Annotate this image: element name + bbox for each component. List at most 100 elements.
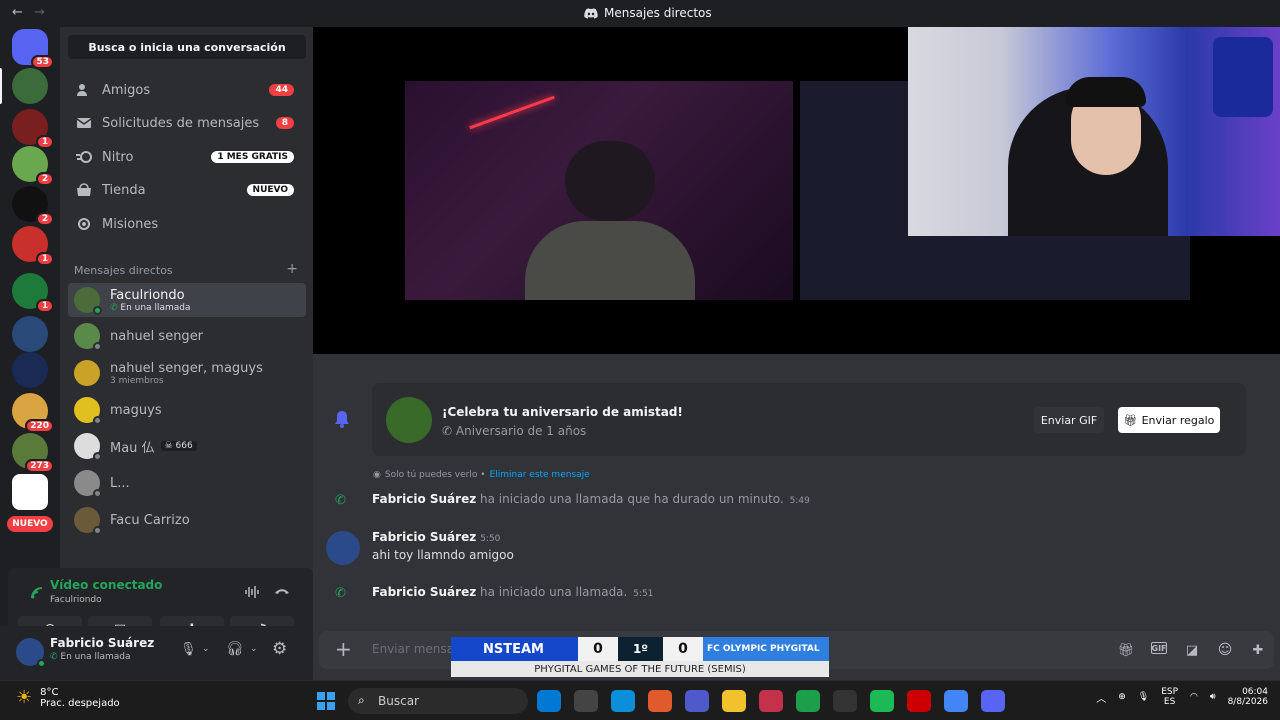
dm-section-title: Mensajes directos — [74, 264, 173, 277]
windows-start-icon[interactable] — [316, 691, 336, 711]
headphones-icon[interactable]: 🎧︎ — [226, 641, 244, 657]
microphone-icon[interactable]: 🎙︎ — [180, 642, 197, 657]
add-dm-icon[interactable]: + — [286, 262, 298, 277]
dm-item[interactable]: maguys — [68, 393, 306, 427]
avatar — [74, 323, 102, 351]
taskbar-app-icon[interactable] — [574, 690, 598, 712]
taskbar-app-icon[interactable] — [870, 690, 894, 712]
phone-icon: ✆ — [110, 302, 121, 313]
system-message: Fabricio Suárez ha iniciado una llamada.… — [372, 585, 653, 599]
dm-item[interactable]: Faculriondo ✆ En una llamada — [68, 283, 306, 317]
nav-message-requests[interactable]: Solicitudes de mensajes 8 — [68, 107, 306, 139]
taskbar-app-icon[interactable] — [981, 690, 1005, 712]
server-icon[interactable]: 1 — [12, 226, 54, 266]
anniversary-banner: ¡Celebra tu aniversario de amistad! ✆ An… — [372, 383, 1246, 456]
server-icon[interactable] — [12, 352, 48, 388]
taskbar-app-icon[interactable] — [648, 690, 672, 712]
taskbar-app-icon[interactable] — [907, 690, 931, 712]
new-badge: NUEVO — [7, 516, 53, 532]
taskbar-app-icon[interactable] — [685, 690, 709, 712]
avatar — [74, 470, 102, 498]
server-icon[interactable] — [12, 474, 48, 510]
taskbar-app-icon[interactable] — [759, 690, 783, 712]
message-time: 5:51 — [633, 589, 654, 599]
author-avatar[interactable] — [326, 531, 360, 565]
server-icon[interactable]: 2 — [12, 146, 54, 186]
bell-icon — [335, 411, 349, 428]
message-author[interactable]: Fabricio Suárez — [372, 492, 476, 506]
taskbar-search[interactable]: ⌕ Buscar — [348, 688, 528, 714]
taskbar-app-icon[interactable] — [833, 690, 857, 712]
friends-icon — [76, 82, 92, 98]
network-icon[interactable]: ⊕ — [1118, 692, 1126, 702]
server-icon[interactable] — [0, 68, 48, 104]
weather-condition: Prac. despejado — [40, 698, 120, 709]
dm-name: Faculriondo — [110, 287, 185, 303]
dm-item[interactable]: L... — [68, 466, 306, 500]
eye-icon: ◉ — [373, 470, 381, 480]
streamer-hair — [1066, 77, 1146, 107]
taskbar-app-icon[interactable] — [611, 690, 635, 712]
sticker-icon[interactable]: ◪ — [1184, 642, 1200, 658]
message-header: Fabricio Suárez 5:50 — [372, 530, 500, 544]
gif-icon[interactable]: GIF — [1151, 642, 1167, 654]
message-author[interactable]: Fabricio Suárez — [372, 585, 476, 599]
server-icon[interactable]: 220 — [12, 393, 54, 433]
message-author[interactable]: Fabricio Suárez — [372, 530, 476, 544]
noise-suppression-icon[interactable] — [244, 585, 260, 599]
chevron-up-icon[interactable]: ︿ — [1096, 690, 1106, 705]
gift-icon[interactable]: 🎁︎ — [1118, 642, 1135, 658]
voice-channel[interactable]: Faculriondo — [50, 595, 102, 605]
phone-icon: ✆ — [50, 652, 61, 662]
clock[interactable]: 06:04 8/8/2026 — [1228, 687, 1268, 707]
webcam-overlay — [908, 27, 1280, 236]
user-avatar[interactable] — [16, 638, 46, 668]
microphone-icon[interactable]: 🎙︎ — [1138, 692, 1149, 702]
dm-item[interactable]: Mau 仏 ☠ 666 — [68, 429, 306, 463]
team2-score: 0 — [663, 637, 703, 661]
taskbar-app-icon[interactable] — [722, 690, 746, 712]
add-attachment-icon[interactable]: + — [335, 639, 352, 659]
server-home[interactable]: 53 — [12, 29, 54, 69]
scoreboard-overlay: NSTEAM 0 1º 0 FC OLYMPIC PHYGITAL PHYGIT… — [451, 637, 829, 677]
dm-name: nahuel senger, maguys — [110, 360, 263, 376]
weather-widget[interactable]: ☀ 8°C Prac. despejado — [16, 687, 120, 709]
server-icon[interactable] — [12, 316, 48, 352]
emoji-icon[interactable]: ☺ — [1217, 642, 1233, 658]
wifi-icon[interactable]: ◠ — [1190, 692, 1198, 702]
nav-friends[interactable]: Amigos 44 — [68, 74, 306, 106]
server-icon[interactable]: 1 — [12, 109, 54, 149]
video-tile[interactable] — [405, 81, 793, 300]
person-body — [525, 221, 695, 300]
chevron-down-icon[interactable]: ⌄ — [250, 644, 258, 654]
chevron-down-icon[interactable]: ⌄ — [202, 644, 210, 654]
taskbar-app-icon[interactable] — [796, 690, 820, 712]
back-arrow-icon[interactable]: ← — [12, 5, 23, 20]
send-gift-button[interactable]: 🎁︎ Enviar regalo — [1118, 407, 1220, 433]
volume-icon[interactable]: 🔊︎ — [1210, 692, 1216, 702]
dm-item[interactable]: nahuel senger — [68, 319, 306, 353]
nav-shop[interactable]: Tienda NUEVO — [68, 174, 306, 206]
server-icon[interactable]: 1 — [12, 273, 54, 313]
avatar — [74, 397, 102, 425]
hang-up-icon[interactable] — [274, 587, 290, 595]
language-indicator[interactable]: ESP ES — [1161, 687, 1178, 707]
taskbar-app-icon[interactable] — [537, 690, 561, 712]
server-icon[interactable]: 2 — [12, 186, 54, 226]
phone-icon: ✆ — [442, 424, 456, 438]
apps-icon[interactable]: ✚ — [1250, 642, 1266, 658]
search-conversation-button[interactable]: Busca o inicia una conversación — [68, 35, 306, 59]
led-strip-decor — [469, 95, 555, 130]
nav-quests[interactable]: Misiones — [68, 208, 306, 240]
team2-name: FC OLYMPIC PHYGITAL — [703, 637, 829, 661]
taskbar-app-icon[interactable] — [944, 690, 968, 712]
search-icon: ⌕ — [358, 693, 365, 707]
forward-arrow-icon[interactable]: → — [34, 5, 45, 20]
server-icon[interactable]: 273 — [12, 433, 54, 473]
dm-item[interactable]: nahuel senger, maguys 3 miembros — [68, 356, 306, 390]
nav-nitro[interactable]: Nitro 1 MES GRATIS — [68, 141, 306, 173]
dm-item[interactable]: Facu Carrizo — [68, 503, 306, 537]
gear-icon[interactable]: ⚙ — [272, 639, 287, 659]
send-gif-button[interactable]: Enviar GIF — [1034, 407, 1104, 433]
delete-message-link[interactable]: Eliminar este mensaje — [490, 470, 590, 480]
